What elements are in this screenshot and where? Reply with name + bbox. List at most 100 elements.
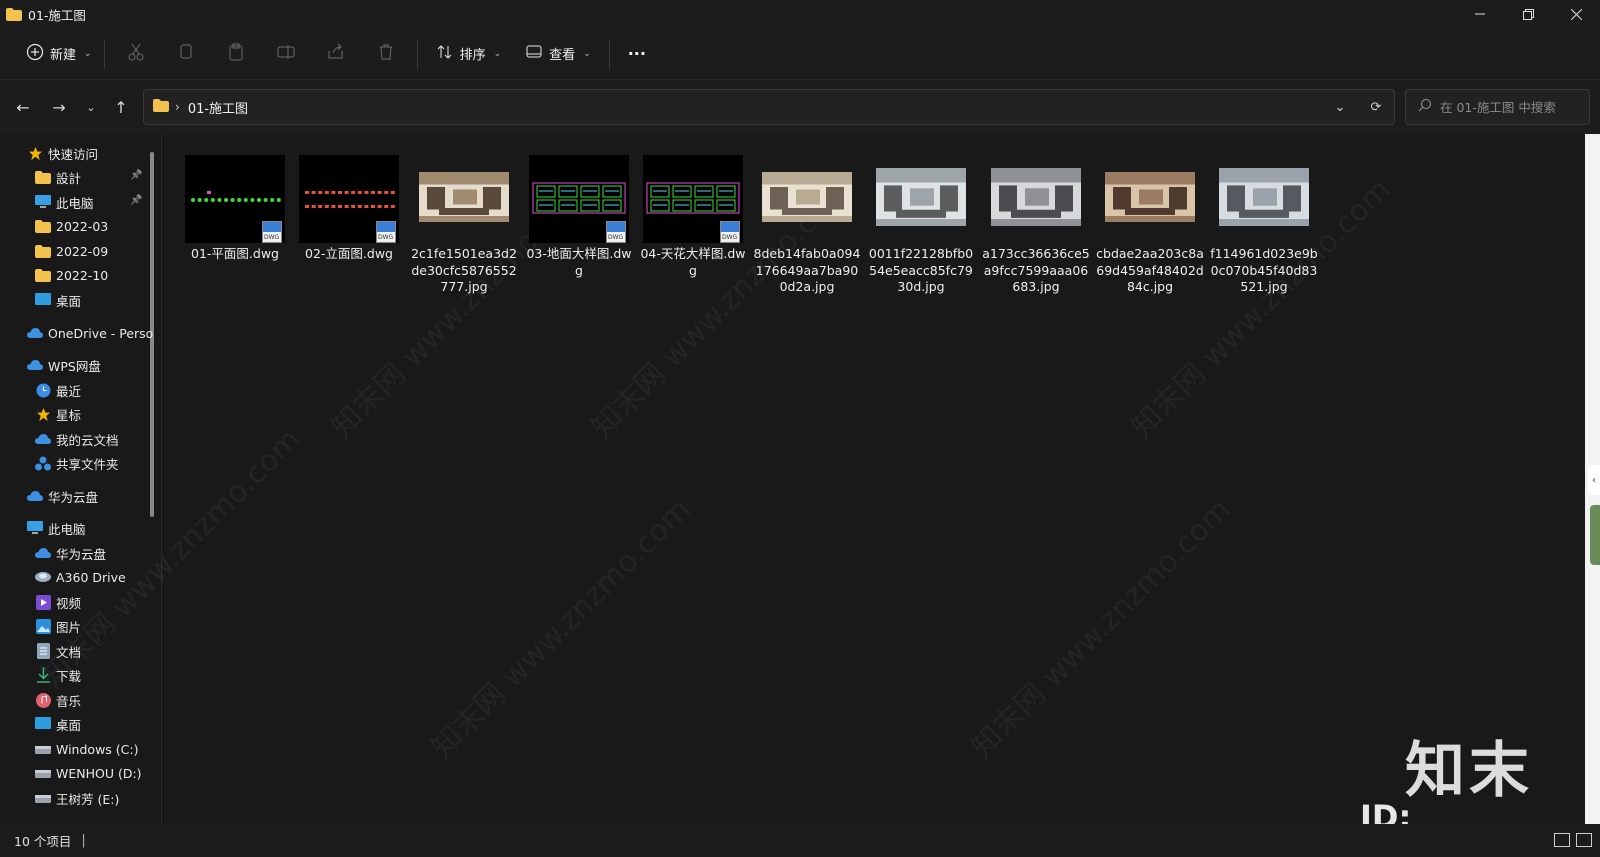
details-view-button[interactable] bbox=[1554, 833, 1570, 847]
sort-button[interactable]: 排序 ⌄ bbox=[424, 38, 514, 70]
collapse-panel-button[interactable]: ‹ bbox=[1588, 465, 1600, 495]
sidebar-item-26[interactable]: 王树芳 (E:) bbox=[35, 786, 119, 810]
window-title: 01-施工图 bbox=[28, 7, 86, 23]
cut-button[interactable] bbox=[111, 38, 161, 70]
sidebar-item-1[interactable]: 快速访问 bbox=[27, 141, 98, 165]
rename-button[interactable] bbox=[261, 38, 311, 70]
dwg-thumbnail bbox=[524, 154, 634, 244]
watermark-logo: 知末 bbox=[1405, 736, 1533, 806]
new-label: 新建 bbox=[50, 48, 77, 63]
sidebar-item-18[interactable]: 视频 bbox=[35, 590, 81, 614]
more-options-button[interactable]: ··· bbox=[616, 38, 658, 70]
close-button[interactable] bbox=[1552, 0, 1600, 28]
dwg-file-icon bbox=[262, 221, 282, 243]
sidebar-item-label: 下载 bbox=[56, 668, 82, 684]
clipboard-icon bbox=[227, 43, 245, 65]
sidebar-item-5[interactable]: 2022-09 bbox=[35, 239, 108, 263]
dwg-preview bbox=[185, 155, 285, 243]
side-widget[interactable] bbox=[1590, 505, 1600, 565]
dwg-thumbnail bbox=[638, 154, 748, 244]
search-icon bbox=[1418, 98, 1432, 116]
sidebar-item-4[interactable]: 2022-03 bbox=[35, 214, 108, 238]
forward-button[interactable]: → bbox=[44, 92, 74, 122]
chevron-down-icon: ⌄ bbox=[86, 100, 96, 114]
file-item[interactable]: 2c1fe1501ea3d2de30cfc5876552777.jpg bbox=[409, 154, 519, 296]
file-item[interactable]: 03-地面大样图.dwg bbox=[524, 154, 634, 279]
sidebar-item-label: 快速访问 bbox=[48, 146, 99, 162]
navigation-bar: ← → ⌄ ↑ › 01-施工图 ⌄ ⟳ bbox=[0, 80, 1600, 134]
recent-locations-button[interactable]: ⌄ bbox=[76, 92, 106, 122]
sidebar-item-label: 华为云盘 bbox=[48, 489, 99, 505]
sidebar-item-25[interactable]: WENHOU (D:) bbox=[35, 761, 142, 785]
back-button[interactable]: ← bbox=[8, 92, 38, 122]
sidebar-item-label: 共享文件夹 bbox=[56, 456, 119, 472]
large-icons-view-button[interactable] bbox=[1576, 833, 1592, 847]
sidebar-item-23[interactable]: 桌面 bbox=[35, 712, 81, 736]
sidebar-item-8[interactable]: OneDrive - Perso bbox=[27, 321, 153, 345]
search-box[interactable] bbox=[1405, 89, 1590, 125]
sidebar-item-label: OneDrive - Perso bbox=[48, 325, 154, 341]
file-item[interactable]: cbdae2aa203c8a69d459af48402d84c.jpg bbox=[1095, 154, 1205, 296]
sidebar-item-2[interactable]: 設計 bbox=[35, 165, 81, 189]
sidebar-item-12[interactable]: 我的云文档 bbox=[35, 427, 119, 451]
copy-button[interactable] bbox=[161, 38, 211, 70]
sidebar-item-label: 王树芳 (E:) bbox=[56, 791, 120, 807]
dwg-file-icon bbox=[720, 221, 740, 243]
dwg-file-icon bbox=[606, 221, 626, 243]
sidebar-item-17[interactable]: A360 Drive bbox=[35, 565, 126, 589]
image-thumbnail bbox=[409, 154, 519, 244]
sidebar-item-24[interactable]: Windows (C:) bbox=[35, 737, 138, 761]
view-button[interactable]: 查看 ⌄ bbox=[513, 38, 603, 70]
minimize-button[interactable] bbox=[1456, 0, 1504, 28]
disk-icon bbox=[35, 765, 51, 781]
file-item[interactable]: 04-天花大样图.dwg bbox=[638, 154, 748, 279]
sidebar-item-22[interactable]: 音乐 bbox=[35, 688, 81, 712]
refresh-icon[interactable]: ⟳ bbox=[1358, 100, 1394, 115]
delete-button[interactable] bbox=[361, 38, 411, 70]
share-button[interactable] bbox=[311, 38, 361, 70]
file-item[interactable]: 0011f22128bfb054e5eacc85fc7930d.jpg bbox=[866, 154, 976, 296]
arrow-up-icon: ↑ bbox=[114, 97, 128, 117]
divider bbox=[608, 38, 610, 69]
more-icon: ··· bbox=[627, 44, 646, 63]
address-history-dropdown[interactable]: ⌄ bbox=[1322, 100, 1358, 115]
file-item[interactable]: 01-平面图.dwg bbox=[180, 154, 290, 263]
sidebar-item-10[interactable]: 最近 bbox=[35, 378, 81, 402]
file-item[interactable]: 02-立面图.dwg bbox=[294, 154, 404, 263]
chevron-down-icon: ⌄ bbox=[84, 48, 92, 59]
restore-button[interactable] bbox=[1504, 0, 1552, 28]
computer-icon bbox=[27, 520, 43, 536]
sidebar-item-7[interactable]: 桌面 bbox=[35, 288, 81, 312]
sidebar-item-15[interactable]: 此电脑 bbox=[27, 516, 86, 540]
breadcrumb-current[interactable]: 01-施工图 bbox=[188, 98, 248, 117]
file-item[interactable]: f114961d023e9b0c070b45f40d83521.jpg bbox=[1209, 154, 1319, 296]
sidebar-item-3[interactable]: 此电脑 bbox=[35, 190, 94, 214]
paste-button[interactable] bbox=[211, 38, 261, 70]
up-button[interactable]: ↑ bbox=[106, 92, 136, 122]
sidebar-item-6[interactable]: 2022-10 bbox=[35, 263, 108, 287]
status-bar: 10 个项目 | bbox=[0, 824, 1600, 857]
sidebar-item-20[interactable]: 文档 bbox=[35, 639, 81, 663]
file-name: 01-平面图.dwg bbox=[191, 246, 279, 261]
address-bar[interactable]: › 01-施工图 ⌄ ⟳ bbox=[143, 89, 1395, 125]
video-icon bbox=[35, 594, 51, 610]
search-input[interactable] bbox=[1440, 99, 1590, 115]
photo-preview bbox=[1219, 168, 1309, 230]
sidebar-item-21[interactable]: 下载 bbox=[35, 663, 81, 687]
sidebar-item-14[interactable]: 华为云盘 bbox=[27, 484, 98, 508]
new-button[interactable]: 新建 ⌄ bbox=[20, 38, 98, 70]
status-divider: | bbox=[81, 833, 86, 848]
photo-preview bbox=[991, 168, 1081, 230]
sidebar-item-13[interactable]: 共享文件夹 bbox=[35, 451, 119, 475]
sidebar-item-19[interactable]: 图片 bbox=[35, 614, 81, 638]
file-item[interactable]: a173cc36636ce5a9fcc7599aaa06683.jpg bbox=[981, 154, 1091, 296]
divider bbox=[103, 38, 105, 69]
sidebar-item-11[interactable]: 星标 bbox=[35, 402, 81, 426]
cloud-icon bbox=[35, 431, 51, 447]
file-name: cbdae2aa203c8a69d459af48402d84c.jpg bbox=[1096, 246, 1204, 294]
sidebar-item-9[interactable]: WPS网盘 bbox=[27, 353, 101, 377]
sidebar-item-16[interactable]: 华为云盘 bbox=[35, 541, 106, 565]
photo-preview bbox=[1105, 172, 1195, 226]
file-name: 02-立面图.dwg bbox=[305, 246, 393, 261]
file-item[interactable]: 8deb14fab0a094176649aa7ba900d2a.jpg bbox=[752, 154, 862, 296]
